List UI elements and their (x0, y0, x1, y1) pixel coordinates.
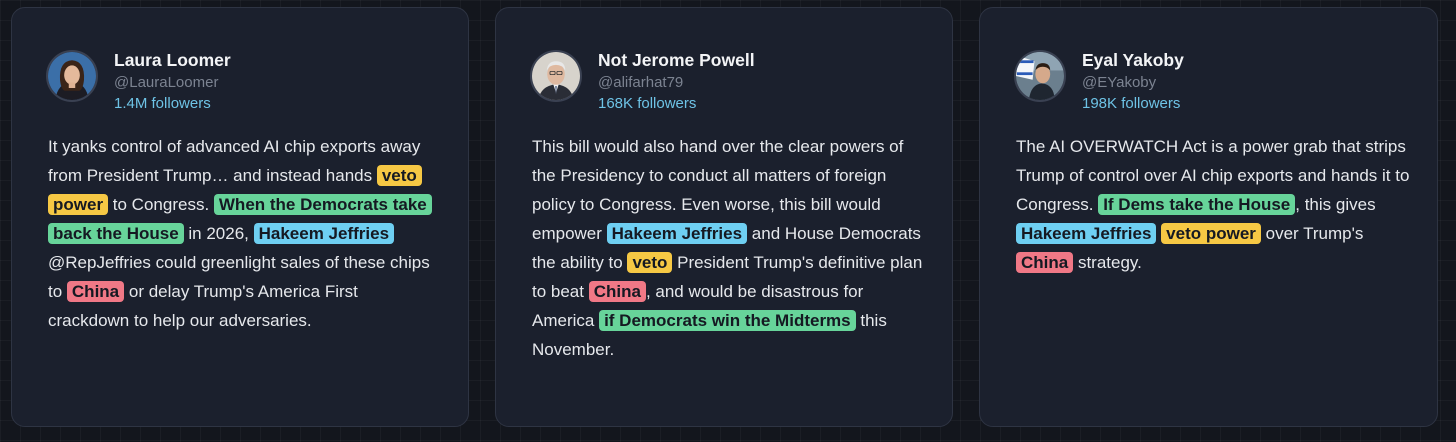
text-segment: in 2026, (183, 224, 254, 243)
highlight-green: If Dems take the House (1098, 194, 1296, 215)
highlight-red: China (588, 281, 646, 302)
follower-count: 198K followers (1082, 95, 1181, 112)
tweet-text: The AI OVERWATCH Act is a power grab tha… (1016, 132, 1411, 277)
user-meta: Eyal Yakoby @EYakoby 198K followers (1082, 48, 1184, 114)
text-segment: strategy. (1073, 253, 1142, 272)
avatar-man-flag-icon[interactable] (1014, 50, 1066, 102)
highlight-blue: Hakeem Jeffries (606, 223, 748, 244)
text-segment: , this gives (1295, 195, 1376, 214)
text-segment: to Congress. (108, 195, 214, 214)
highlight-red: China (66, 281, 125, 302)
highlight-blue: Hakeem Jeffries (1016, 223, 1157, 244)
user-meta: Not Jerome Powell @alifarhat79 168K foll… (598, 48, 755, 114)
avatar-man-suit-icon[interactable] (530, 50, 582, 102)
highlight-red: China (1016, 252, 1074, 273)
text-segment: over Trump's (1260, 224, 1364, 243)
user-handle[interactable]: @EYakoby (1082, 72, 1184, 93)
user-name[interactable]: Laura Loomer (114, 48, 231, 72)
tweet-card: Not Jerome Powell @alifarhat79 168K foll… (495, 7, 953, 427)
tweet-header: Laura Loomer @LauraLoomer 1.4M followers (46, 48, 231, 114)
follower-count: 1.4M followers (114, 95, 211, 112)
user-handle[interactable]: @alifarhat79 (598, 72, 755, 93)
highlight-yellow: veto (627, 252, 673, 273)
highlight-blue: Hakeem Jeffries (253, 223, 395, 244)
follower-count: 168K followers (598, 95, 697, 112)
tweet-header: Not Jerome Powell @alifarhat79 168K foll… (530, 48, 755, 114)
user-meta: Laura Loomer @LauraLoomer 1.4M followers (114, 48, 231, 114)
user-handle[interactable]: @LauraLoomer (114, 72, 231, 93)
text-segment: It yanks control of advanced AI chip exp… (48, 137, 421, 185)
tweet-card: Eyal Yakoby @EYakoby 198K followers The … (979, 7, 1438, 427)
tweet-card: Laura Loomer @LauraLoomer 1.4M followers… (11, 7, 469, 427)
highlight-yellow: veto power (1161, 223, 1261, 244)
user-name[interactable]: Eyal Yakoby (1082, 48, 1184, 72)
avatar-woman-icon[interactable] (46, 50, 98, 102)
tweet-text: This bill would also hand over the clear… (532, 132, 926, 364)
user-name[interactable]: Not Jerome Powell (598, 48, 755, 72)
tweet-header: Eyal Yakoby @EYakoby 198K followers (1014, 48, 1184, 114)
tweet-text: It yanks control of advanced AI chip exp… (48, 132, 442, 335)
highlight-green: if Democrats win the Midterms (599, 310, 856, 331)
